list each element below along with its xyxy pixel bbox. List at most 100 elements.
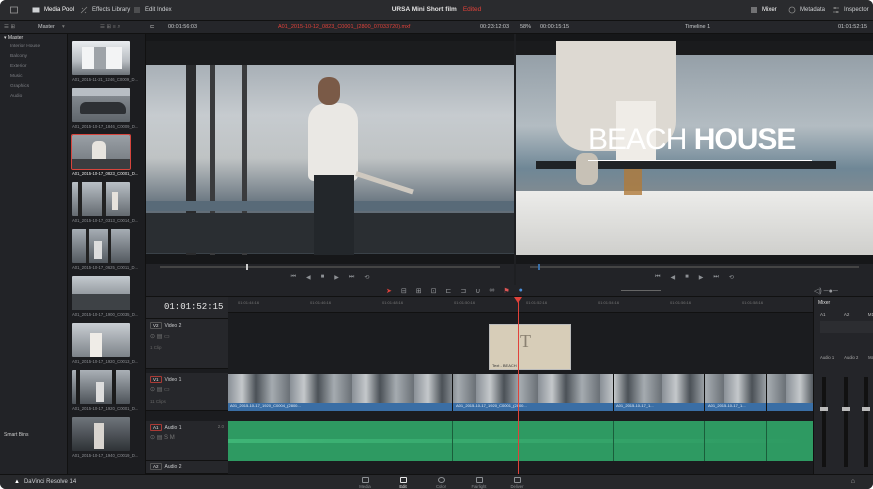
zoom-slider[interactable]	[621, 290, 661, 291]
page-deliver[interactable]: Deliver	[502, 476, 532, 489]
master-bin[interactable]: ▾ Master	[0, 34, 67, 42]
clip-thumbnail[interactable]	[72, 229, 130, 263]
view-mode-icons[interactable]: ☰ ⊞ ≡ ⌕	[100, 24, 120, 31]
select-tool-icon[interactable]: ➤	[386, 287, 392, 295]
loop-icon[interactable]: ⟲	[729, 274, 734, 281]
inspector-button[interactable]: Inspector	[832, 6, 869, 14]
mixer-label: Mixer	[762, 7, 777, 13]
list-view-icon[interactable]: ☰ ⊞	[4, 24, 15, 30]
clip-thumbnail[interactable]	[72, 276, 130, 310]
replace-icon[interactable]: ⊐	[460, 287, 466, 295]
track-header-a2[interactable]: A2 Audio 2	[146, 461, 228, 474]
go-to-start-icon[interactable]: ⏮	[655, 274, 660, 281]
fader-a2[interactable]	[842, 377, 850, 467]
bin-audio[interactable]: Audio	[0, 92, 67, 102]
play-icon[interactable]: ▶	[334, 274, 339, 281]
timeline-transport-controls: ⏮ ◀ ■ ▶ ⏭ ⟲	[516, 271, 873, 283]
home-icon[interactable]: ⌂	[851, 478, 855, 485]
track-controls-icons[interactable]: ⊙ ▤ ▭	[150, 333, 170, 340]
audio-meter-icon[interactable]: ◁) ─●─	[814, 287, 838, 295]
link-icon[interactable]: ∞	[489, 287, 494, 295]
clip-thumbnail[interactable]	[72, 182, 130, 216]
ruler-tick: 01:01:52:16	[526, 300, 548, 305]
insert-icon[interactable]: ⊡	[431, 287, 437, 295]
metadata-icon	[788, 6, 796, 14]
title-clip[interactable]: T Text - BEACH	[489, 324, 571, 370]
step-back-icon[interactable]: ◀	[671, 274, 676, 281]
bin-music[interactable]: Music	[0, 72, 67, 82]
bin-balcony[interactable]: Balcony	[0, 52, 67, 62]
page-color[interactable]: Color	[426, 476, 456, 489]
mixer-channel[interactable]: M1	[868, 312, 873, 317]
source-clip-name[interactable]: A01_2015-10-12_0823_C0001_(2800_07033720…	[278, 24, 410, 30]
clip-thumbnail-selected[interactable]	[71, 134, 131, 170]
overwrite-icon[interactable]: ⊏	[446, 287, 452, 295]
track-name: Video 2	[164, 323, 182, 329]
mixer-title: Mixer	[818, 300, 831, 306]
clip-thumbnail[interactable]	[72, 370, 130, 404]
playhead-handle-icon[interactable]	[514, 297, 522, 303]
zoom-fit[interactable]: 58%	[520, 24, 531, 30]
stop-icon[interactable]: ■	[321, 274, 325, 280]
video-track-clips[interactable]: A01_2015-10-17_1920_C0004_(2800... A01_2…	[228, 374, 813, 411]
timeline-timecode-small[interactable]: 00:00:15:15	[540, 24, 569, 30]
fader-a1[interactable]	[820, 377, 828, 467]
fader-master[interactable]	[862, 377, 870, 467]
bin-graphics[interactable]: Graphics	[0, 82, 67, 92]
clip-thumbnail[interactable]	[72, 323, 130, 357]
timeline-viewer[interactable]: BEACH HOUSE	[516, 34, 873, 264]
track-header-v1[interactable]: V1 Video 1 ⊙ ▤ ▭ 11 Clips	[146, 373, 228, 411]
playhead[interactable]	[518, 297, 519, 474]
audio-mixer: Mixer A1 A2 M1 Audio 1 Audio 2 Ma	[813, 297, 873, 474]
track-controls-icons[interactable]: ⊙ ▤ ▭	[150, 386, 170, 393]
source-scrubber-playhead[interactable]	[246, 264, 248, 270]
bin-selector[interactable]: Master	[38, 24, 55, 30]
snapping-icon[interactable]: ∪	[475, 287, 480, 295]
bin-exterior[interactable]: Exterior	[0, 62, 67, 72]
clip-label: A01_2015-11-21_1246_C0009_D...	[72, 77, 138, 82]
mixer-button[interactable]: Mixer	[750, 6, 777, 14]
clip-thumbnail[interactable]	[72, 41, 130, 75]
resolve-window: Media Pool Effects Library Edit Index UR…	[0, 0, 873, 489]
deliver-page-icon	[513, 477, 521, 483]
video-clip-label: A01_2015-10-17_1...	[708, 403, 746, 408]
clip-thumbnail[interactable]	[72, 417, 130, 451]
marker-icon[interactable]: ●	[519, 287, 523, 295]
step-back-icon[interactable]: ◀	[306, 274, 311, 281]
clip-label: A01_2015-10-17_1920_C0001_D...	[72, 406, 138, 411]
clip-thumbnail[interactable]	[72, 88, 130, 122]
page-edit[interactable]: Edit	[388, 476, 418, 489]
track-header-a1[interactable]: A1 Audio 1 2.0 ⊙ ▤ S M	[146, 421, 228, 461]
ruler-tick: 01:01:58:16	[742, 300, 764, 305]
source-timecode[interactable]: 00:01:56:03	[168, 24, 197, 30]
go-to-start-icon[interactable]: ⏮	[291, 274, 296, 281]
timeline-scrubber-playhead[interactable]	[538, 264, 540, 270]
play-icon[interactable]: ▶	[699, 274, 704, 281]
audio-track-clips[interactable]	[228, 421, 813, 461]
color-page-icon	[437, 477, 445, 483]
clip-label: A01_2015-10-17_1940_C0019_D...	[72, 453, 138, 458]
bin-interior-house[interactable]: Interior House	[0, 42, 67, 52]
loop-icon[interactable]: ⟲	[364, 274, 369, 281]
metadata-button[interactable]: Metadata	[788, 6, 825, 14]
title-underline	[588, 160, 812, 161]
blade-tool-icon[interactable]: ⊞	[416, 287, 422, 295]
page-media[interactable]: Media	[350, 476, 380, 489]
smart-bins-header[interactable]: Smart Bins	[4, 432, 28, 438]
flag-icon[interactable]: ⚑	[503, 287, 509, 295]
resolve-logo-icon: ▲	[14, 479, 20, 485]
stop-icon[interactable]: ■	[685, 274, 689, 280]
mixer-channel[interactable]: A2	[844, 312, 850, 317]
timeline-transport: ⏮ ◀ ■ ▶ ⏭ ⟲	[516, 264, 873, 285]
go-to-end-icon[interactable]: ⏭	[349, 274, 354, 281]
timeline-name[interactable]: Timeline 1	[685, 24, 710, 30]
track-id: V2	[150, 322, 162, 329]
page-fairlight[interactable]: Fairlight	[464, 476, 494, 489]
track-controls-icons[interactable]: ⊙ ▤ S M	[150, 434, 175, 441]
source-viewer[interactable]	[146, 34, 514, 264]
trim-tool-icon[interactable]: ⊟	[401, 287, 407, 295]
track-header-v2[interactable]: V2 Video 2 ⊙ ▤ ▭ 1 Clip	[146, 319, 228, 369]
go-to-end-icon[interactable]: ⏭	[713, 274, 718, 281]
app-name: DaVinci Resolve 14	[23, 479, 77, 485]
mixer-channel[interactable]: A1	[820, 312, 826, 317]
